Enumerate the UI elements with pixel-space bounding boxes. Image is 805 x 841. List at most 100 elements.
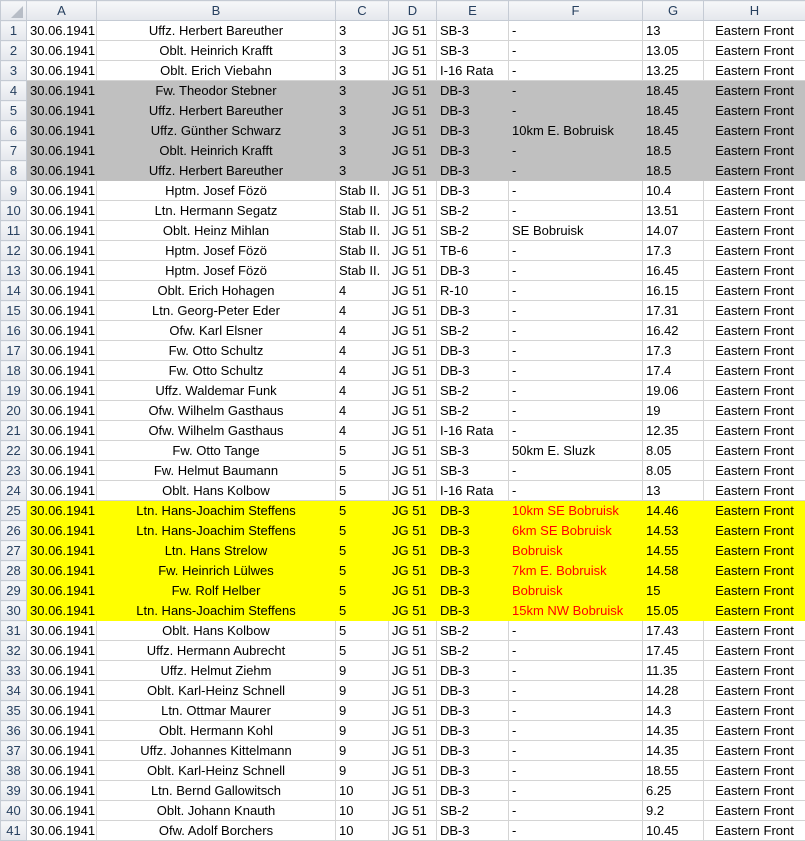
cell-B14[interactable]: Oblt. Erich Hohagen — [97, 281, 336, 301]
cell-G3[interactable]: 13.25 — [643, 61, 704, 81]
cell-D17[interactable]: JG 51 — [389, 341, 437, 361]
cell-D28[interactable]: JG 51 — [389, 561, 437, 581]
cell-E18[interactable]: DB-3 — [437, 361, 509, 381]
cell-H28[interactable]: Eastern Front — [704, 561, 805, 581]
cell-B16[interactable]: Ofw. Karl Elsner — [97, 321, 336, 341]
cell-G16[interactable]: 16.42 — [643, 321, 704, 341]
cell-E23[interactable]: SB-3 — [437, 461, 509, 481]
row-header[interactable]: 33 — [1, 661, 27, 681]
cell-G17[interactable]: 17.3 — [643, 341, 704, 361]
cell-F21[interactable]: - — [509, 421, 643, 441]
cell-G26[interactable]: 14.53 — [643, 521, 704, 541]
cell-G28[interactable]: 14.58 — [643, 561, 704, 581]
cell-F5[interactable]: - — [509, 101, 643, 121]
cell-G9[interactable]: 10.4 — [643, 181, 704, 201]
cell-D2[interactable]: JG 51 — [389, 41, 437, 61]
cell-B23[interactable]: Fw. Helmut Baumann — [97, 461, 336, 481]
cell-E31[interactable]: SB-2 — [437, 621, 509, 641]
cell-C36[interactable]: 9 — [336, 721, 389, 741]
cell-C9[interactable]: Stab II. — [336, 181, 389, 201]
cell-H16[interactable]: Eastern Front — [704, 321, 805, 341]
cell-E35[interactable]: DB-3 — [437, 701, 509, 721]
cell-G24[interactable]: 13 — [643, 481, 704, 501]
cell-G21[interactable]: 12.35 — [643, 421, 704, 441]
cell-H26[interactable]: Eastern Front — [704, 521, 805, 541]
cell-C37[interactable]: 9 — [336, 741, 389, 761]
column-header-C[interactable]: C — [336, 1, 389, 21]
cell-F34[interactable]: - — [509, 681, 643, 701]
cell-D13[interactable]: JG 51 — [389, 261, 437, 281]
cell-D9[interactable]: JG 51 — [389, 181, 437, 201]
cell-B38[interactable]: Oblt. Karl-Heinz Schnell — [97, 761, 336, 781]
cell-F11[interactable]: SE Bobruisk — [509, 221, 643, 241]
cell-G19[interactable]: 19.06 — [643, 381, 704, 401]
cell-A35[interactable]: 30.06.1941 — [27, 701, 97, 721]
cell-B32[interactable]: Uffz. Hermann Aubrecht — [97, 641, 336, 661]
cell-H8[interactable]: Eastern Front — [704, 161, 805, 181]
cell-A41[interactable]: 30.06.1941 — [27, 821, 97, 841]
row-header[interactable]: 7 — [1, 141, 27, 161]
cell-C14[interactable]: 4 — [336, 281, 389, 301]
row-header[interactable]: 22 — [1, 441, 27, 461]
cell-G38[interactable]: 18.55 — [643, 761, 704, 781]
cell-A19[interactable]: 30.06.1941 — [27, 381, 97, 401]
row-header[interactable]: 39 — [1, 781, 27, 801]
cell-B30[interactable]: Ltn. Hans-Joachim Steffens — [97, 601, 336, 621]
cell-D25[interactable]: JG 51 — [389, 501, 437, 521]
cell-C5[interactable]: 3 — [336, 101, 389, 121]
cell-D33[interactable]: JG 51 — [389, 661, 437, 681]
cell-H12[interactable]: Eastern Front — [704, 241, 805, 261]
cell-D21[interactable]: JG 51 — [389, 421, 437, 441]
cell-C17[interactable]: 4 — [336, 341, 389, 361]
cell-C1[interactable]: 3 — [336, 21, 389, 41]
cell-C16[interactable]: 4 — [336, 321, 389, 341]
cell-H10[interactable]: Eastern Front — [704, 201, 805, 221]
cell-B28[interactable]: Fw. Heinrich Lülwes — [97, 561, 336, 581]
cell-C20[interactable]: 4 — [336, 401, 389, 421]
cell-E40[interactable]: SB-2 — [437, 801, 509, 821]
cell-F7[interactable]: - — [509, 141, 643, 161]
cell-D1[interactable]: JG 51 — [389, 21, 437, 41]
cell-F40[interactable]: - — [509, 801, 643, 821]
cell-A30[interactable]: 30.06.1941 — [27, 601, 97, 621]
cell-E27[interactable]: DB-3 — [437, 541, 509, 561]
cell-A7[interactable]: 30.06.1941 — [27, 141, 97, 161]
cell-H23[interactable]: Eastern Front — [704, 461, 805, 481]
cell-D26[interactable]: JG 51 — [389, 521, 437, 541]
cell-F20[interactable]: - — [509, 401, 643, 421]
cell-D11[interactable]: JG 51 — [389, 221, 437, 241]
cell-H27[interactable]: Eastern Front — [704, 541, 805, 561]
cell-G13[interactable]: 16.45 — [643, 261, 704, 281]
cell-G6[interactable]: 18.45 — [643, 121, 704, 141]
cell-F12[interactable]: - — [509, 241, 643, 261]
cell-D34[interactable]: JG 51 — [389, 681, 437, 701]
cell-C25[interactable]: 5 — [336, 501, 389, 521]
cell-F35[interactable]: - — [509, 701, 643, 721]
cell-D23[interactable]: JG 51 — [389, 461, 437, 481]
cell-B9[interactable]: Hptm. Josef Fözö — [97, 181, 336, 201]
cell-F23[interactable]: - — [509, 461, 643, 481]
cell-A20[interactable]: 30.06.1941 — [27, 401, 97, 421]
cell-H2[interactable]: Eastern Front — [704, 41, 805, 61]
cell-C31[interactable]: 5 — [336, 621, 389, 641]
cell-C8[interactable]: 3 — [336, 161, 389, 181]
cell-A39[interactable]: 30.06.1941 — [27, 781, 97, 801]
row-header[interactable]: 29 — [1, 581, 27, 601]
cell-B40[interactable]: Oblt. Johann Knauth — [97, 801, 336, 821]
cell-C4[interactable]: 3 — [336, 81, 389, 101]
cell-H7[interactable]: Eastern Front — [704, 141, 805, 161]
row-header[interactable]: 18 — [1, 361, 27, 381]
cell-E22[interactable]: SB-3 — [437, 441, 509, 461]
cell-D3[interactable]: JG 51 — [389, 61, 437, 81]
cell-C35[interactable]: 9 — [336, 701, 389, 721]
cell-H30[interactable]: Eastern Front — [704, 601, 805, 621]
cell-H39[interactable]: Eastern Front — [704, 781, 805, 801]
cell-A4[interactable]: 30.06.1941 — [27, 81, 97, 101]
cell-F13[interactable]: - — [509, 261, 643, 281]
cell-D6[interactable]: JG 51 — [389, 121, 437, 141]
cell-E36[interactable]: DB-3 — [437, 721, 509, 741]
cell-F36[interactable]: - — [509, 721, 643, 741]
cell-H22[interactable]: Eastern Front — [704, 441, 805, 461]
cell-F2[interactable]: - — [509, 41, 643, 61]
row-header[interactable]: 40 — [1, 801, 27, 821]
